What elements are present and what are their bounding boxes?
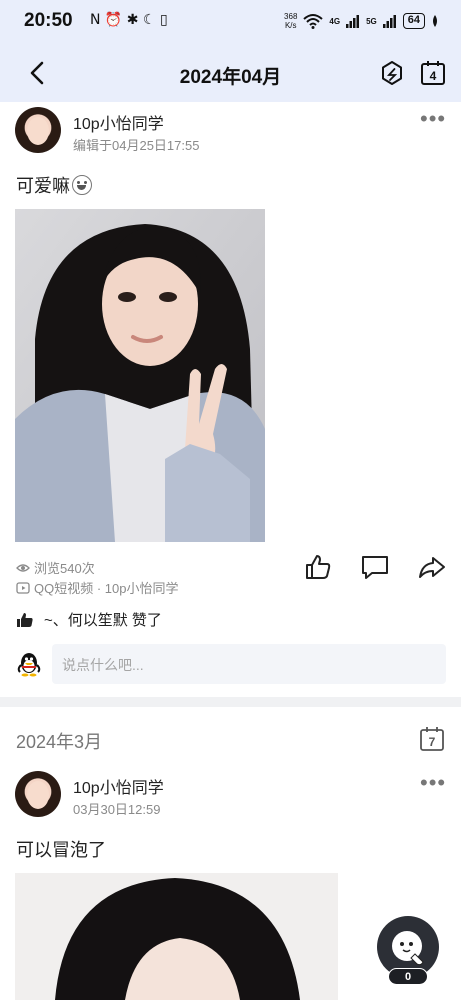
post2-header: 10p小怡同学 03月30日12:59 ••• [0,766,461,824]
share-icon[interactable] [417,552,447,582]
post1-time: 编辑于04月25日17:55 [73,138,200,153]
post2-photo[interactable] [15,873,338,1000]
eye-icon [16,563,30,572]
leaf-icon [433,15,437,27]
header-area: 20:50 N ⏰ ✱ ☾ ▯ 368 K/s 4G 5G 64 2024年04… [0,0,461,102]
net-speed-value: 368 [284,12,298,21]
video-icon [16,581,30,594]
nav-calendar-day: 4 [430,69,437,83]
month-calendar-icon[interactable]: 7 [419,726,445,752]
photo-illustration [15,209,265,542]
post1-text: 可爱嘛 [16,172,92,198]
avatar[interactable] [15,771,61,817]
post1-header: 10p小怡同学 编辑于04月25日17:55 ••• [0,102,461,160]
comment-input[interactable]: 说点什么吧... [52,644,446,684]
status-time: 20:50 [24,10,73,31]
post1-photo[interactable] [15,209,265,542]
post1-source[interactable]: QQ短视频 · 10p小怡同学 [16,578,178,597]
post2-time: 03月30日12:59 [73,802,161,817]
avatar[interactable] [15,107,61,153]
signal-4g-label: 4G [329,16,341,26]
wifi-icon [303,14,324,29]
assistant-badge: 0 [388,968,428,985]
net-speed: 368 K/s [284,12,297,30]
smiley-emoji-icon [72,175,92,195]
status-bar: 20:50 N ⏰ ✱ ☾ ▯ 368 K/s 4G 5G 64 [0,0,461,44]
qq-penguin-icon [17,653,41,677]
signal-icon-2 [382,15,396,28]
avatar-face [27,117,49,145]
post1-views: 浏览540次 [16,558,95,577]
battery-indicator: 64 [402,13,425,29]
hexagon-icon[interactable] [378,58,406,88]
month-calendar-day: 7 [429,735,436,749]
post1-more-menu[interactable]: ••• [420,108,446,130]
status-right-icons: 368 K/s 4G 5G 64 [284,12,439,30]
signal-5g-label: 5G [366,16,377,26]
signal-icon-1 [346,15,360,28]
like-thumb-icon[interactable] [303,552,333,582]
photo-illustration [15,873,338,1000]
month-header: 2024年3月 [16,732,103,752]
net-speed-unit: K/s [284,21,297,30]
post1-likes: ~、何以笙默 赞了 [16,609,162,630]
thumb-filled-icon [17,612,33,627]
post1-source-text: QQ短视频 · 10p小怡同学 [34,581,179,596]
avatar-face [27,781,49,809]
post1-username[interactable]: 10p小怡同学 [73,110,164,134]
status-icons: N ⏰ ✱ ☾ ▯ [90,12,168,28]
comment-icon[interactable] [360,552,390,582]
post2-username[interactable]: 10p小怡同学 [73,774,164,798]
post2-text: 可以冒泡了 [16,840,106,860]
floating-assistant-button[interactable]: 0 [377,916,439,986]
post2-more-menu[interactable]: ••• [420,772,446,794]
section-divider [0,697,461,707]
nav-bar: 2024年04月 4 [0,44,461,102]
post1-text-content: 可爱嘛 [16,176,70,196]
post1-comment-row: 说点什么吧... [16,644,446,684]
post1-likes-text: ~、何以笙默 赞了 [44,612,162,629]
calendar-icon[interactable]: 4 [419,58,447,88]
post1-views-text: 浏览540次 [34,561,95,576]
